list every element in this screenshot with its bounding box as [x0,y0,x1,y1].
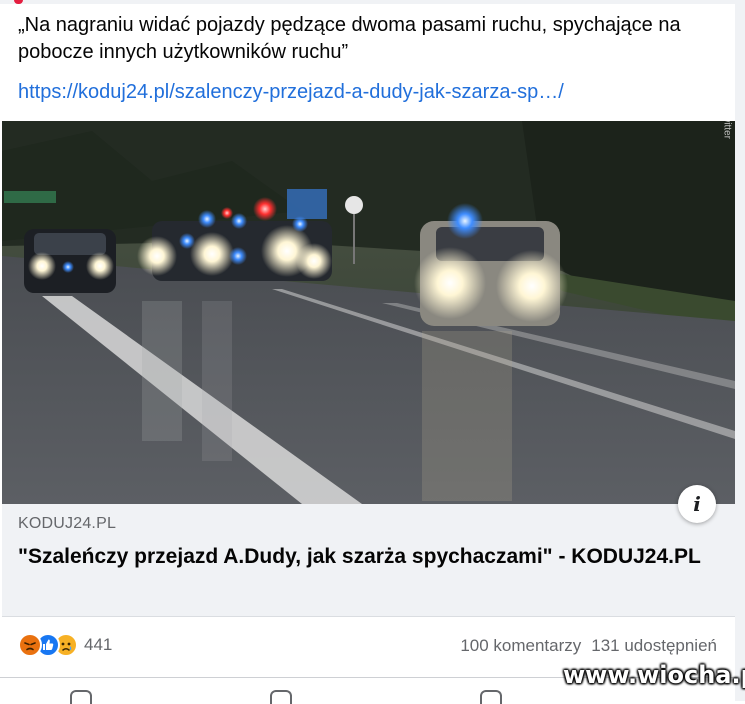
angry-reaction-icon [18,633,42,657]
road-photo [2,121,735,504]
info-icon[interactable]: i [678,485,716,523]
site-watermark: www.wiocha.pl [563,661,745,689]
share-icon[interactable] [480,690,502,704]
link-preview-box[interactable]: KODUJ24.PL "Szaleńczy przejazd A.Dudy, j… [2,504,735,617]
preview-headline[interactable]: "Szaleńczy przejazd A.Dudy, jak szarża s… [18,542,708,571]
comment-icon[interactable] [270,690,292,704]
reaction-count: 441 [84,635,113,654]
post-link[interactable]: https://koduj24.pl/szalenczy-przejazd-a-… [18,79,564,105]
image-source-watermark: fb: twitter [722,121,733,139]
preview-domain: KODUJ24.PL [18,515,117,532]
shares-count-link[interactable]: 131 udostępnień [591,636,717,656]
post-text: „Na nagraniu widać pojazdy pędzące dwoma… [18,14,681,63]
comment-share-stats: 100 komentarzy 131 udostępnień [460,636,717,656]
feed-gutter [735,0,745,701]
reactions-summary[interactable]: 441 [18,632,112,658]
link-preview-image[interactable]: fb: twitter [2,121,735,504]
comments-count-link[interactable]: 100 komentarzy [460,636,581,656]
top-divider [0,0,745,4]
like-icon[interactable] [70,690,92,704]
